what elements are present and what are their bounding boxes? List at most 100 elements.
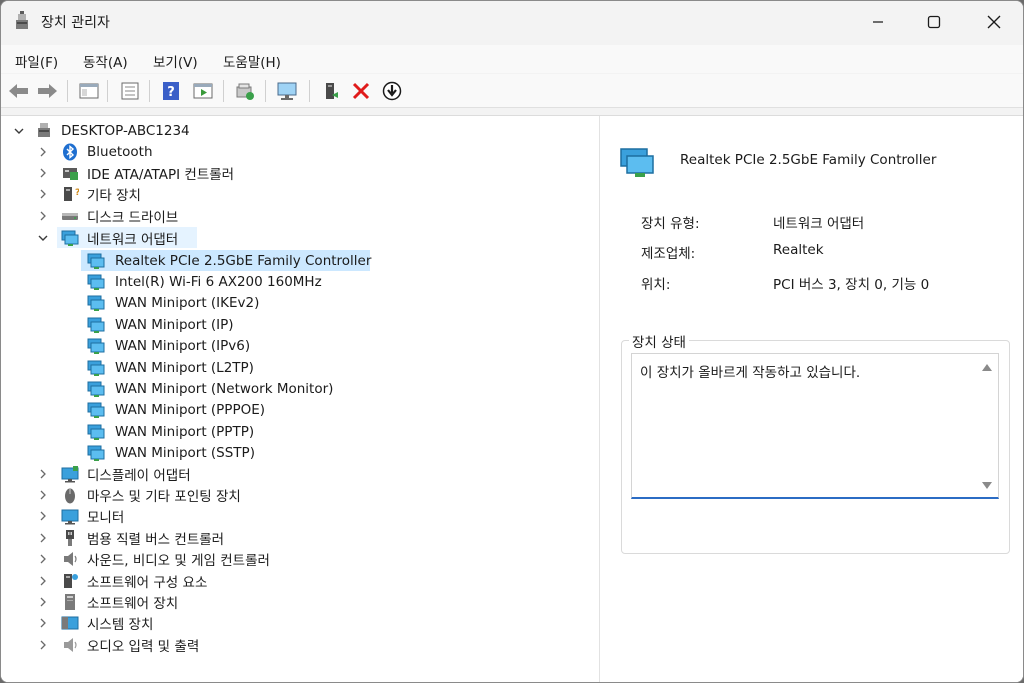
tree-item-bluetooth[interactable]: Bluetooth [1, 141, 600, 162]
uninstall-icon [352, 82, 370, 100]
scroll-up-arrow-icon[interactable] [982, 364, 992, 371]
tree-root-label: DESKTOP-ABC1234 [61, 122, 190, 139]
network-adapter-icon [87, 338, 105, 355]
maximize-icon [927, 15, 941, 29]
toolbar-separator [223, 80, 224, 102]
tree-root[interactable]: DESKTOP-ABC1234 [1, 120, 600, 141]
help-button[interactable]: ? [159, 80, 183, 102]
device-status-text: 이 장치가 올바르게 작동하고 있습니다. [640, 365, 861, 381]
title-bar[interactable]: 장치 관리자 [1, 1, 1023, 43]
network-adapter-icon [61, 230, 79, 246]
scroll-down-arrow-icon[interactable] [982, 482, 992, 489]
collapse-chevron-icon[interactable] [37, 232, 49, 244]
tree-item-adapter[interactable]: Realtek PCIe 2.5GbE Family Controller [1, 250, 600, 271]
expand-chevron-icon[interactable] [37, 596, 49, 608]
tree-item-adapter[interactable]: WAN Miniport (IKEv2) [1, 293, 600, 314]
window-title: 장치 관리자 [41, 15, 110, 31]
tree-item-adapter[interactable]: WAN Miniport (PPPOE) [1, 400, 600, 421]
tree-item-label: WAN Miniport (Network Monitor) [115, 380, 334, 397]
device-type-value: 네트워크 어댑터 [773, 216, 865, 232]
tree-item-adapter[interactable]: WAN Miniport (L2TP) [1, 357, 600, 378]
software-component-icon [64, 573, 78, 588]
expand-chevron-icon[interactable] [37, 510, 49, 522]
tree-item-adapter[interactable]: Intel(R) Wi-Fi 6 AX200 160MHz [1, 271, 600, 292]
tree-item-category[interactable]: 범용 직렬 버스 컨트롤러 [1, 527, 600, 548]
expand-chevron-icon[interactable] [37, 167, 49, 179]
download-button[interactable] [380, 80, 404, 102]
tree-item-label: 디스플레이 어댑터 [87, 467, 191, 484]
system-device-icon [61, 616, 79, 630]
tree-item-category[interactable]: 시스템 장치 [1, 613, 600, 634]
uninstall-button[interactable] [349, 80, 373, 102]
tree-item-adapter[interactable]: WAN Miniport (Network Monitor) [1, 378, 600, 399]
enable-device-icon [326, 83, 338, 99]
other-device-icon: ? [64, 186, 79, 201]
enable-device-button[interactable] [319, 80, 343, 102]
audio-io-icon [64, 637, 77, 652]
expand-chevron-icon[interactable] [37, 553, 49, 565]
network-adapter-icon [87, 381, 105, 397]
scan-hardware-button[interactable] [275, 80, 299, 102]
tree-item-label: WAN Miniport (IPv6) [115, 338, 251, 355]
location-value: PCI 버스 3, 장치 0, 기능 0 [773, 277, 930, 293]
tree-item-network-adapters[interactable]: 네트워크 어댑터 [1, 227, 600, 248]
network-adapter-icon [87, 317, 105, 333]
device-tree[interactable]: DESKTOP-ABC1234 Bluetooth IDE ATA/ATAPI … [1, 116, 600, 682]
expand-chevron-icon[interactable] [37, 146, 49, 158]
expand-chevron-icon[interactable] [37, 639, 49, 651]
tree-item-category[interactable]: 사운드, 비디오 및 게임 컨트롤러 [1, 549, 600, 570]
expand-chevron-icon[interactable] [37, 532, 49, 544]
svg-text:?: ? [167, 85, 175, 100]
back-button[interactable] [7, 80, 31, 102]
menu-file[interactable]: 파일(F) [15, 51, 58, 71]
ide-controller-icon [63, 167, 78, 180]
action-pane-icon [193, 83, 213, 99]
close-button[interactable] [971, 1, 1017, 43]
show-hide-tree-icon [79, 83, 99, 99]
expand-chevron-icon[interactable] [37, 489, 49, 501]
forward-icon [38, 84, 57, 98]
tree-item-label: WAN Miniport (IKEv2) [115, 295, 260, 312]
properties-button[interactable] [118, 80, 142, 102]
expand-chevron-icon[interactable] [37, 468, 49, 480]
tree-item-disk-drives[interactable]: 디스크 드라이브 [1, 205, 600, 226]
expand-chevron-icon[interactable] [37, 575, 49, 587]
minimize-button[interactable] [855, 1, 901, 43]
tree-item-category[interactable]: 소프트웨어 구성 요소 [1, 570, 600, 591]
device-details-pane: Realtek PCIe 2.5GbE Family Controller 장치… [601, 116, 1023, 682]
tree-item-label: 오디오 입력 및 출력 [87, 638, 200, 655]
tree-item-label: Intel(R) Wi-Fi 6 AX200 160MHz [115, 273, 322, 290]
location-label: 위치: [641, 277, 671, 293]
tree-item-ide[interactable]: IDE ATA/ATAPI 컨트롤러 [1, 162, 600, 183]
menu-action[interactable]: 동작(A) [83, 51, 128, 71]
manufacturer-value: Realtek [773, 242, 824, 258]
tree-item-label: 디스크 드라이브 [87, 209, 179, 226]
expand-chevron-icon[interactable] [37, 188, 49, 200]
tree-item-category[interactable]: 모니터 [1, 506, 600, 527]
tree-item-other-devices[interactable]: ? 기타 장치 [1, 183, 600, 204]
toolbar-separator [149, 80, 150, 102]
tree-item-adapter[interactable]: WAN Miniport (IPv6) [1, 336, 600, 357]
device-status-textbox[interactable]: 이 장치가 올바르게 작동하고 있습니다. [631, 353, 999, 499]
action-pane-button[interactable] [191, 80, 215, 102]
expand-chevron-icon[interactable] [37, 617, 49, 629]
tree-item-adapter[interactable]: WAN Miniport (PPTP) [1, 421, 600, 442]
maximize-button[interactable] [911, 1, 957, 43]
tree-item-adapter[interactable]: WAN Miniport (SSTP) [1, 443, 600, 464]
minimize-icon [873, 21, 883, 23]
tree-item-category[interactable]: 디스플레이 어댑터 [1, 463, 600, 484]
network-adapter-icon [620, 148, 654, 177]
tree-item-adapter[interactable]: WAN Miniport (IP) [1, 314, 600, 335]
tree-item-category[interactable]: 오디오 입력 및 출력 [1, 634, 600, 655]
menu-view[interactable]: 보기(V) [153, 51, 198, 71]
tree-item-label: 범용 직렬 버스 컨트롤러 [87, 531, 225, 548]
tree-item-category[interactable]: 소프트웨어 장치 [1, 591, 600, 612]
tree-item-label: 사운드, 비디오 및 게임 컨트롤러 [87, 553, 270, 570]
collapse-chevron-icon[interactable] [13, 125, 25, 137]
expand-chevron-icon[interactable] [37, 210, 49, 222]
tree-item-category[interactable]: 마우스 및 기타 포인팅 장치 [1, 484, 600, 505]
update-driver-button[interactable] [233, 80, 257, 102]
menu-help[interactable]: 도움말(H) [223, 51, 281, 71]
forward-button[interactable] [35, 80, 59, 102]
show-hide-tree-button[interactable] [77, 80, 101, 102]
